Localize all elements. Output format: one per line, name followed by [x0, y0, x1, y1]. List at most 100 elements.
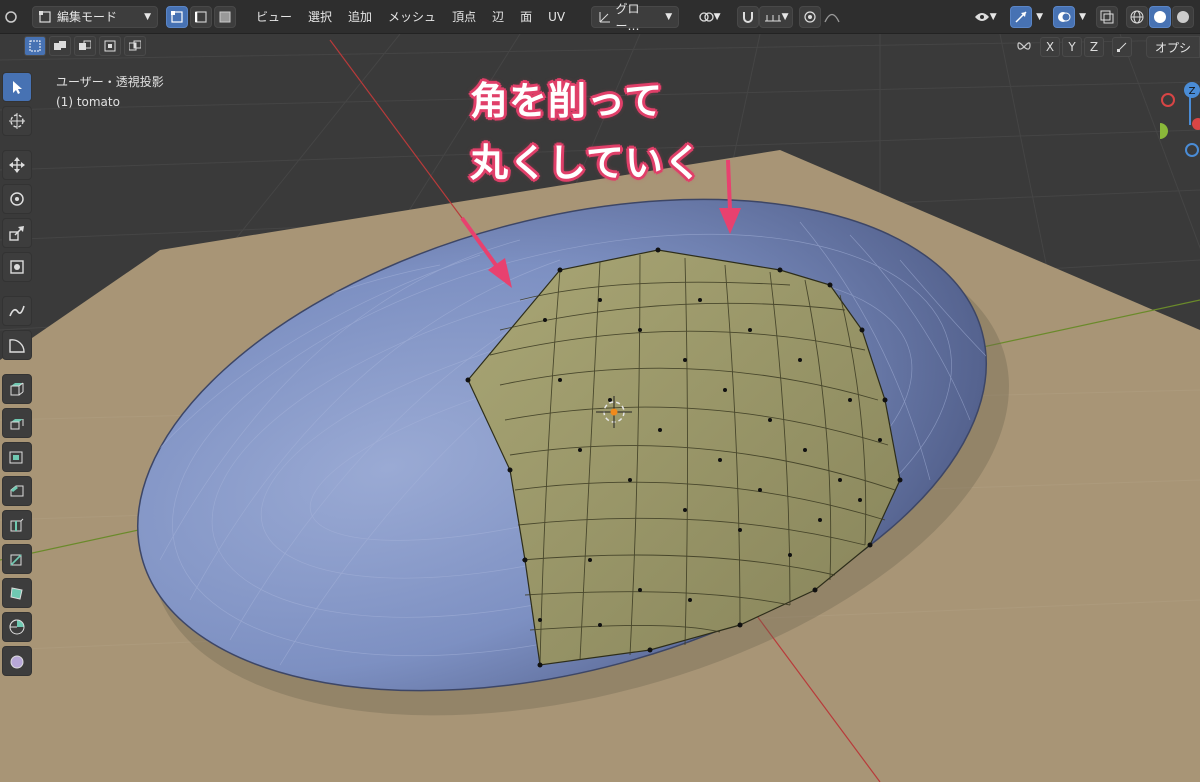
poly-build-icon: [10, 587, 23, 600]
xray-toggle-button[interactable]: [1096, 5, 1118, 28]
proportional-edit-icon: [804, 10, 816, 23]
pivot-point-dropdown[interactable]: ▼: [687, 6, 731, 28]
gizmo-x-negative[interactable]: [1161, 93, 1175, 107]
proportional-editing-button[interactable]: [799, 5, 822, 28]
options-dropdown[interactable]: オプシ: [1145, 36, 1200, 58]
select-mode-toolbar: [24, 36, 146, 58]
auto-merge-button[interactable]: [1111, 37, 1132, 57]
material-shading-button[interactable]: [1172, 5, 1194, 28]
chevron-down-icon[interactable]: ▼: [1079, 12, 1086, 22]
inset-faces-tool[interactable]: [2, 442, 32, 472]
extrude-icon: [10, 419, 24, 430]
menu-edge[interactable]: 辺: [484, 6, 512, 28]
rotate-icon: [10, 192, 24, 206]
chevron-down-icon: ▼: [989, 11, 997, 22]
crosshair-cursor-icon: [9, 113, 25, 129]
vertex-select-icon: [171, 10, 183, 23]
vertex-select-mode-button[interactable]: [166, 5, 188, 28]
bevel-tool[interactable]: [2, 476, 32, 506]
annotation-callout: 角を削って 丸くしていく: [470, 70, 703, 194]
scale-tool[interactable]: [2, 218, 32, 248]
select-extend-button[interactable]: [49, 36, 71, 56]
mode-label: 編集モード: [57, 10, 118, 24]
loop-cut-tool[interactable]: [2, 510, 32, 540]
material-sphere-icon: [1177, 10, 1189, 23]
poly-build-tool[interactable]: [2, 578, 32, 608]
mirror-x-button[interactable]: X: [1039, 37, 1060, 57]
editor-type-icon: [5, 10, 17, 23]
menu-mesh[interactable]: メッシュ: [380, 6, 444, 28]
eye-icon: [974, 12, 989, 21]
chevron-down-icon: ▼: [144, 11, 151, 22]
measure-tool[interactable]: [2, 330, 32, 360]
tool-shelf: [0, 72, 34, 782]
extrude-region-tool[interactable]: [2, 408, 32, 438]
gizmo-toggle-button[interactable]: [1010, 5, 1033, 28]
mirror-y-button[interactable]: Y: [1061, 37, 1082, 57]
active-object-name: (1) tomato: [56, 95, 120, 109]
move-tool[interactable]: [2, 150, 32, 180]
gizmo-z-label: Z: [1189, 86, 1196, 97]
annotation-line-1: 角を削って: [470, 79, 664, 123]
gizmo-x-axis[interactable]: [1192, 118, 1200, 130]
editor-type-button[interactable]: [0, 6, 22, 28]
knife-icon: [10, 554, 22, 566]
chevron-down-icon: ▼: [713, 11, 721, 22]
orientation-axes-icon: [599, 11, 611, 22]
loop-cut-icon: [10, 518, 24, 532]
menu-view[interactable]: ビュー: [248, 6, 300, 28]
protractor-icon: [9, 339, 25, 353]
select-intersect-button[interactable]: [124, 36, 146, 56]
spin-icon: [9, 619, 25, 635]
select-subtract-button[interactable]: [74, 36, 96, 56]
annotation-line-2: 丸くしていく: [470, 141, 703, 185]
solid-shading-button[interactable]: [1149, 5, 1171, 28]
cursor-tool[interactable]: [2, 106, 32, 136]
gizmo-arrow-icon: [1015, 10, 1027, 23]
viewport-info: ユーザー・透視投影 (1) tomato: [56, 72, 164, 112]
visibility-dropdown[interactable]: ▼: [964, 6, 1006, 28]
edit-mode-icon: [39, 10, 51, 23]
select-invert-button[interactable]: [99, 36, 121, 56]
menu-select[interactable]: 選択: [300, 6, 340, 28]
edge-select-mode-button[interactable]: [190, 5, 212, 28]
transform-orientation-dropdown[interactable]: グロー… ▼: [591, 2, 680, 33]
magnet-icon: [743, 11, 754, 23]
menu-uv[interactable]: UV: [540, 6, 573, 28]
navigation-gizmo[interactable]: Z: [1160, 80, 1200, 170]
auto-merge-icon: [1116, 42, 1127, 52]
chevron-down-icon[interactable]: ▼: [1036, 12, 1043, 22]
gizmo-z-negative[interactable]: [1185, 143, 1199, 157]
mirror-z-button[interactable]: Z: [1083, 37, 1104, 57]
gizmo-y-axis[interactable]: [1160, 123, 1168, 139]
spin-tool[interactable]: [2, 612, 32, 642]
pencil-stroke-icon: [9, 305, 25, 317]
viewport-header: 編集モード ▼ ビュー 選択 追加 メッシュ 頂点 辺 面 UV グロー… ▼ …: [0, 0, 1200, 34]
smooth-sphere-icon: [10, 655, 24, 669]
snap-toggle-button[interactable]: [737, 5, 760, 28]
menu-add[interactable]: 追加: [340, 6, 380, 28]
select-new-button[interactable]: [24, 36, 46, 56]
menu-vertex[interactable]: 頂点: [444, 6, 484, 28]
transform-tool[interactable]: [2, 252, 32, 282]
rotate-tool[interactable]: [2, 184, 32, 214]
select-box-tool[interactable]: [2, 72, 32, 102]
overlay-toggle-button[interactable]: [1053, 5, 1076, 28]
knife-tool[interactable]: [2, 544, 32, 574]
snap-target-dropdown[interactable]: ▼: [759, 5, 794, 28]
mode-dropdown[interactable]: 編集モード ▼: [32, 5, 158, 28]
wireframe-shading-button[interactable]: [1126, 5, 1148, 28]
edge-select-icon: [195, 10, 207, 23]
annotate-tool[interactable]: [2, 296, 32, 326]
cube-add-icon: [10, 382, 24, 396]
select-intersect-icon: [129, 40, 141, 51]
face-select-mode-button[interactable]: [214, 5, 236, 28]
falloff-dropdown[interactable]: [821, 6, 843, 28]
bevel-icon: [10, 485, 24, 497]
menu-face[interactable]: 面: [512, 6, 540, 28]
butterfly-icon: [1017, 42, 1031, 50]
select-new-icon: [29, 40, 41, 52]
add-cube-tool[interactable]: [2, 374, 32, 404]
snap-increment-icon: [764, 14, 781, 21]
smooth-tool[interactable]: [2, 646, 32, 676]
